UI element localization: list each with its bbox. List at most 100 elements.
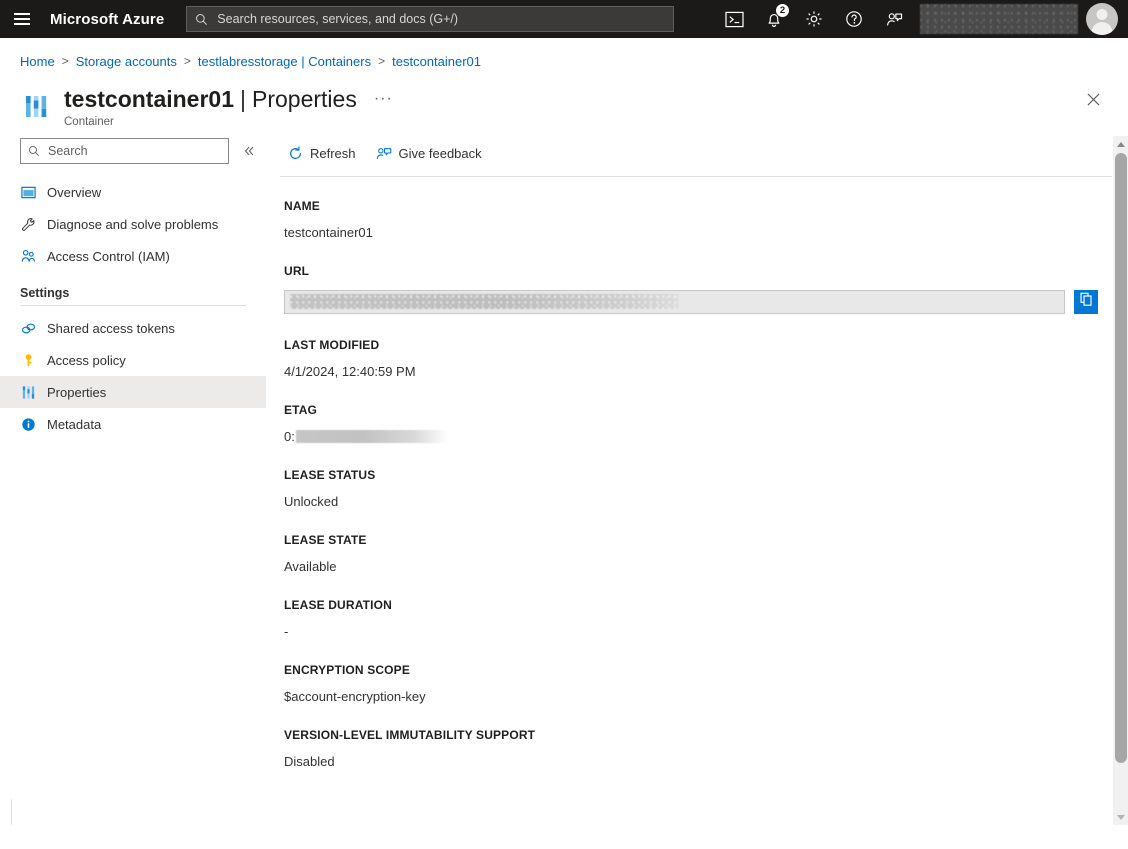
property-label: NAME bbox=[284, 199, 320, 213]
scrollbar-up-arrow-icon[interactable] bbox=[1113, 136, 1128, 152]
breadcrumb-item-home[interactable]: Home bbox=[20, 54, 55, 69]
property-etag: ETAG 0: bbox=[284, 403, 1128, 444]
breadcrumb-item-testcontainer01[interactable]: testcontainer01 bbox=[392, 54, 481, 69]
search-input[interactable] bbox=[215, 11, 666, 27]
info-icon bbox=[20, 416, 36, 432]
property-value: - bbox=[284, 624, 289, 639]
page-title-section: Properties bbox=[252, 86, 357, 112]
page-title-separator: | bbox=[240, 86, 246, 112]
sidebar-item-shared-access-tokens[interactable]: Shared access tokens bbox=[0, 312, 266, 344]
help-icon[interactable] bbox=[834, 0, 874, 38]
page-header: testcontainer01 | Properties ··· Contain… bbox=[0, 76, 1128, 128]
brand-title: Microsoft Azure bbox=[50, 10, 165, 28]
property-version-level-immutability-support: VERSION-LEVEL IMMUTABILITY SUPPORT Disab… bbox=[284, 728, 1128, 769]
sidebar-edge bbox=[0, 799, 12, 825]
sidebar-item-label: Diagnose and solve problems bbox=[47, 216, 219, 232]
page-body: Overview Diagnose and solve problems Acc… bbox=[0, 136, 1128, 825]
hamburger-icon[interactable] bbox=[0, 0, 44, 38]
refresh-icon bbox=[288, 145, 303, 161]
feedback-label: Give feedback bbox=[398, 145, 482, 161]
sidebar-item-label: Metadata bbox=[47, 416, 102, 432]
sidebar-item-overview[interactable]: Overview bbox=[0, 176, 266, 208]
sidebar-item-label: Overview bbox=[47, 184, 102, 200]
sidebar-item-label: Access Control (IAM) bbox=[47, 248, 170, 264]
property-lease-state: LEASE STATE Available bbox=[284, 533, 1128, 574]
breadcrumb-item-containers[interactable]: testlabresstorage | Containers bbox=[198, 54, 371, 69]
etag-redacted-overlay bbox=[295, 430, 448, 443]
more-options-button[interactable]: ··· bbox=[374, 91, 393, 107]
property-value: Disabled bbox=[284, 754, 335, 769]
global-search-box[interactable] bbox=[186, 6, 675, 32]
sidebar-item-metadata[interactable]: Metadata bbox=[0, 408, 266, 440]
property-url: URL bbox=[284, 264, 1128, 314]
sidebar-nav-list: Overview Diagnose and solve problems Acc… bbox=[0, 176, 266, 440]
people-icon bbox=[20, 248, 36, 264]
account-info-redacted[interactable] bbox=[920, 4, 1078, 34]
property-value: 0: bbox=[284, 429, 295, 444]
scrollbar-thumb[interactable] bbox=[1115, 153, 1127, 763]
sidebar-search-input[interactable] bbox=[46, 143, 221, 159]
gear-icon[interactable] bbox=[794, 0, 834, 38]
property-value: 4/1/2024, 12:40:59 PM bbox=[284, 364, 416, 379]
content-scrollbar[interactable] bbox=[1112, 136, 1128, 825]
sidebar-search-box[interactable] bbox=[20, 138, 229, 164]
property-value: Unlocked bbox=[284, 494, 339, 509]
property-value: $account-encryption-key bbox=[284, 689, 426, 704]
key-icon bbox=[20, 352, 36, 368]
sidebar-divider bbox=[20, 305, 246, 306]
property-label: LEASE STATUS bbox=[284, 468, 376, 482]
sidebar-item-properties[interactable]: Properties bbox=[0, 376, 266, 408]
refresh-label: Refresh bbox=[310, 145, 356, 161]
overview-icon bbox=[20, 184, 36, 200]
search-icon bbox=[28, 145, 40, 157]
give-feedback-button[interactable]: Give feedback bbox=[368, 139, 490, 167]
content-pane: Refresh Give feedback NAME testcontainer… bbox=[266, 136, 1128, 825]
sidebar-item-diagnose-and-solve-problems[interactable]: Diagnose and solve problems bbox=[0, 208, 266, 240]
notification-badge: 2 bbox=[775, 3, 790, 18]
topbar-icon-group: 2 bbox=[714, 0, 1122, 38]
notifications-icon[interactable]: 2 bbox=[754, 0, 794, 38]
property-value-row: 0: bbox=[284, 429, 1128, 444]
search-icon bbox=[195, 13, 208, 26]
property-value: testcontainer01 bbox=[284, 225, 373, 240]
page-title-resource: testcontainer01 bbox=[64, 86, 235, 112]
breadcrumb: Home > Storage accounts > testlabresstor… bbox=[0, 46, 1128, 76]
property-label: LEASE DURATION bbox=[284, 598, 392, 612]
page-subtitle: Container bbox=[64, 116, 114, 128]
sidebar-item-label: Shared access tokens bbox=[47, 320, 175, 336]
property-label: ENCRYPTION SCOPE bbox=[284, 663, 410, 677]
url-redacted-overlay bbox=[290, 294, 678, 309]
scrollbar-down-arrow-icon[interactable] bbox=[1113, 809, 1128, 825]
close-icon[interactable] bbox=[1080, 86, 1106, 112]
collapse-sidebar-icon[interactable] bbox=[236, 138, 262, 164]
sidebar-item-access-control-iam[interactable]: Access Control (IAM) bbox=[0, 240, 266, 272]
url-row bbox=[284, 290, 1128, 314]
property-label: ETAG bbox=[284, 403, 318, 417]
property-lease-duration: LEASE DURATION - bbox=[284, 598, 1128, 639]
property-encryption-scope: ENCRYPTION SCOPE $account-encryption-key bbox=[284, 663, 1128, 704]
breadcrumb-separator: > bbox=[378, 54, 386, 68]
sidebar-item-label: Properties bbox=[47, 384, 107, 400]
url-input[interactable] bbox=[284, 290, 1065, 314]
top-navigation-bar: Microsoft Azure 2 bbox=[0, 0, 1128, 38]
sidebar: Overview Diagnose and solve problems Acc… bbox=[0, 136, 266, 825]
properties-list: NAME testcontainer01 URL LAST MODIFIED 4… bbox=[266, 177, 1128, 825]
breadcrumb-item-storage-accounts[interactable]: Storage accounts bbox=[76, 54, 177, 69]
content-toolbar: Refresh Give feedback bbox=[266, 136, 1128, 170]
sidebar-item-label: Access policy bbox=[47, 352, 126, 368]
sidebar-item-access-policy[interactable]: Access policy bbox=[0, 344, 266, 376]
page-title: testcontainer01 | Properties ··· bbox=[64, 84, 1128, 114]
feedback-icon[interactable] bbox=[874, 0, 914, 38]
copy-url-button[interactable] bbox=[1074, 290, 1098, 314]
property-name: NAME testcontainer01 bbox=[284, 199, 1128, 240]
refresh-button[interactable]: Refresh bbox=[280, 139, 364, 167]
property-label: LAST MODIFIED bbox=[284, 338, 380, 352]
cloud-shell-icon[interactable] bbox=[714, 0, 754, 38]
avatar[interactable] bbox=[1086, 3, 1118, 35]
wrench-icon bbox=[20, 216, 36, 232]
link-icon bbox=[20, 320, 36, 336]
sidebar-search-row bbox=[0, 136, 266, 166]
property-value: Available bbox=[284, 559, 337, 574]
property-lease-status: LEASE STATUS Unlocked bbox=[284, 468, 1128, 509]
property-label: VERSION-LEVEL IMMUTABILITY SUPPORT bbox=[284, 728, 536, 742]
